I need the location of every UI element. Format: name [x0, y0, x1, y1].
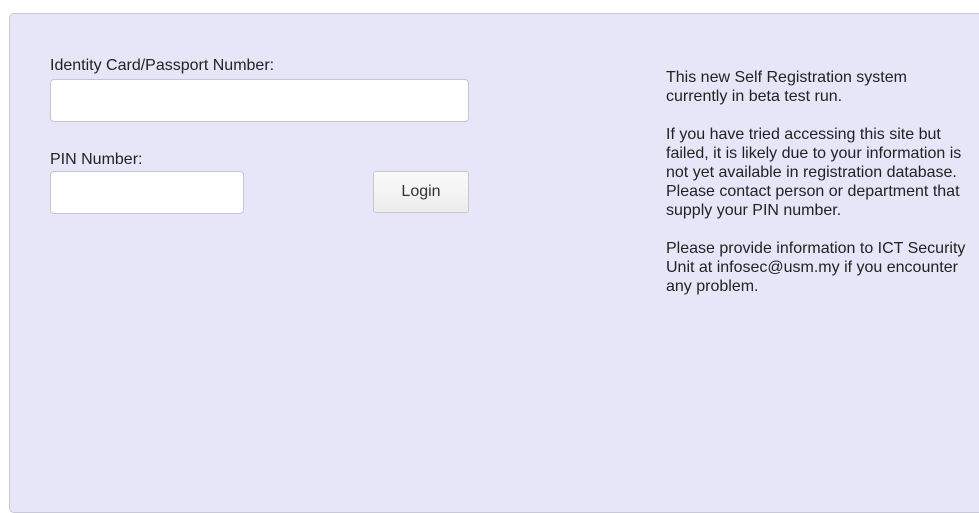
pin-number-input[interactable]	[50, 171, 244, 214]
info-paragraph-access: If you have tried accessing this site bu…	[666, 126, 962, 219]
info-paragraph-contact: Please provide information to ICT Securi…	[666, 240, 966, 295]
login-panel: Identity Card/Passport Number: PIN Numbe…	[9, 13, 979, 513]
info-text: This new Self Registration system curren…	[666, 68, 966, 315]
pin-number-label: PIN Number:	[50, 151, 143, 168]
id-number-label: Identity Card/Passport Number:	[50, 57, 275, 74]
info-paragraph-beta: This new Self Registration system curren…	[666, 69, 907, 105]
id-number-input[interactable]	[50, 79, 469, 122]
login-button[interactable]: Login	[373, 171, 469, 213]
